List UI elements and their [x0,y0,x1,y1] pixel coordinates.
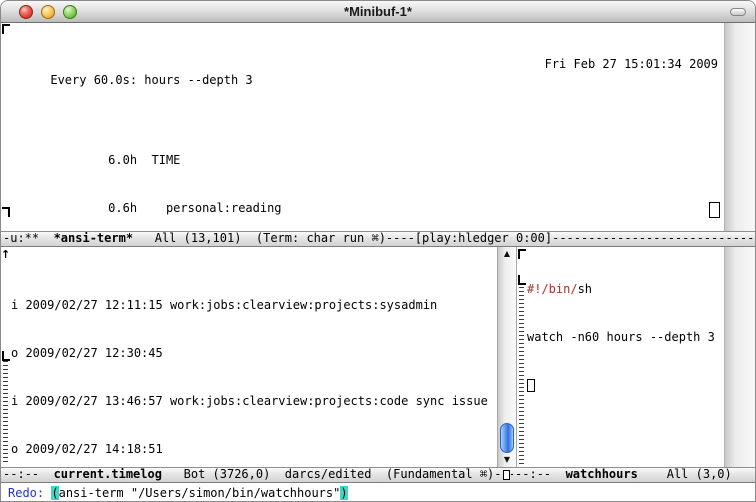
bottom-modelines: --:-- current.timelog Bot (3726,0) darcs… [1,467,755,483]
modeline-timelog[interactable]: --:-- current.timelog Bot (3726,0) darcs… [1,467,513,483]
term-line: 6.0h TIME [7,152,755,168]
modeline-buffer-name[interactable]: *ansi-term* [54,231,133,245]
buffer-bottom-boundary-icon [2,351,10,361]
modeline-buffer-name[interactable]: current.timelog [54,467,162,481]
term-scrollbar-track[interactable] [724,23,755,231]
terminal-cursor [709,202,720,218]
modeline-fill: ----------------------------------------… [552,231,755,245]
cursor-line [527,377,755,393]
modeline-truncated-char [503,470,510,480]
shebang-interpreter: sh [578,282,592,296]
modeline-info: All (3,0) [638,467,732,481]
watch-header: Every 60.0s: hours --depth 3 Fri Feb 27 … [7,56,755,72]
titlebar[interactable]: *Minibuf-1* [1,1,755,23]
modeline-info: Bot (3726,0) darcs/edited (Fundamental ⌘… [162,467,513,481]
watch-datetime: Fri Feb 27 15:01:34 2009 [545,56,718,72]
window-title: *Minibuf-1* [1,4,755,19]
script-line: watch -n60 hours --depth 3 [527,329,755,345]
buffer-top-boundary-icon [2,24,10,34]
minibuffer[interactable]: Redo: (ansi-term "/Users/simon/bin/watch… [1,483,755,501]
modeline-watchhours[interactable]: --:-- watchhours All (3,0) [513,467,755,483]
modeline-flags: -u:** [3,231,54,245]
ansi-term-pane[interactable]: Every 60.0s: hours --depth 3 Fri Feb 27 … [1,23,755,231]
matched-open-paren: ( [51,486,58,500]
modeline-buffer-name[interactable]: watchhours [566,467,638,481]
script-line: #!/bin/sh [527,281,755,297]
timelog-entry: o 2009/02/27 14:18:51 [11,441,497,457]
buffer-bottom-boundary-icon [518,275,526,285]
term-line: 0.6h personal:reading [7,200,755,216]
text-cursor [527,379,535,392]
watch-command-text: Every 60.0s: hours --depth 3 [50,73,252,87]
buffer-bottom-boundary-icon [2,207,10,217]
modeline-ansi-term[interactable]: -u:** *ansi-term* All (13,101) (Term: ch… [1,231,755,247]
timelog-entry: o 2009/02/27 12:30:45 [11,345,497,361]
empty-lines-fringe-icon [519,287,524,465]
timelog-entry: i 2009/02/27 13:46:57 work:jobs:clearvie… [11,393,497,409]
scrollbar-up-arrow-icon[interactable]: ▲ [498,248,516,260]
matched-close-paren: ) [340,486,347,500]
shebang-text: #!/bin/ [527,282,578,296]
toolbar-toggle-button[interactable] [730,8,746,16]
timelog-buffer[interactable]: ↑ i 2009/02/27 12:11:15 work:jobs:clearv… [1,247,497,467]
timelog-scrollbar[interactable]: ▲ ▼ [497,247,517,467]
watchhours-buffer[interactable]: #!/bin/sh watch -n60 hours --depth 3 [517,247,755,467]
emacs-window: *Minibuf-1* Every 60.0s: hours --depth 3… [0,0,756,502]
timelog-entry: i 2009/02/27 12:11:15 work:jobs:clearvie… [11,297,497,313]
watchhours-scrollbar-track[interactable] [724,247,755,467]
scroll-up-fringe-icon: ↑ [1,248,10,261]
term-line [7,104,755,120]
minibuffer-command: ansi-term "/Users/simon/bin/watchhours" [59,486,341,500]
scrollbar-down-arrow-icon[interactable]: ▼ [498,454,516,466]
modeline-flags: --:-- [515,467,566,481]
empty-lines-fringe-icon [3,361,8,465]
buffer-top-boundary-icon [518,249,526,259]
scrollbar-thumb[interactable] [500,423,514,453]
modeline-info: All (13,101) (Term: char run ⌘)----[play… [133,231,552,245]
modeline-flags: --:-- [3,467,54,481]
bottom-split: ↑ i 2009/02/27 12:11:15 work:jobs:clearv… [1,247,755,467]
minibuffer-prompt: Redo: [8,486,51,500]
